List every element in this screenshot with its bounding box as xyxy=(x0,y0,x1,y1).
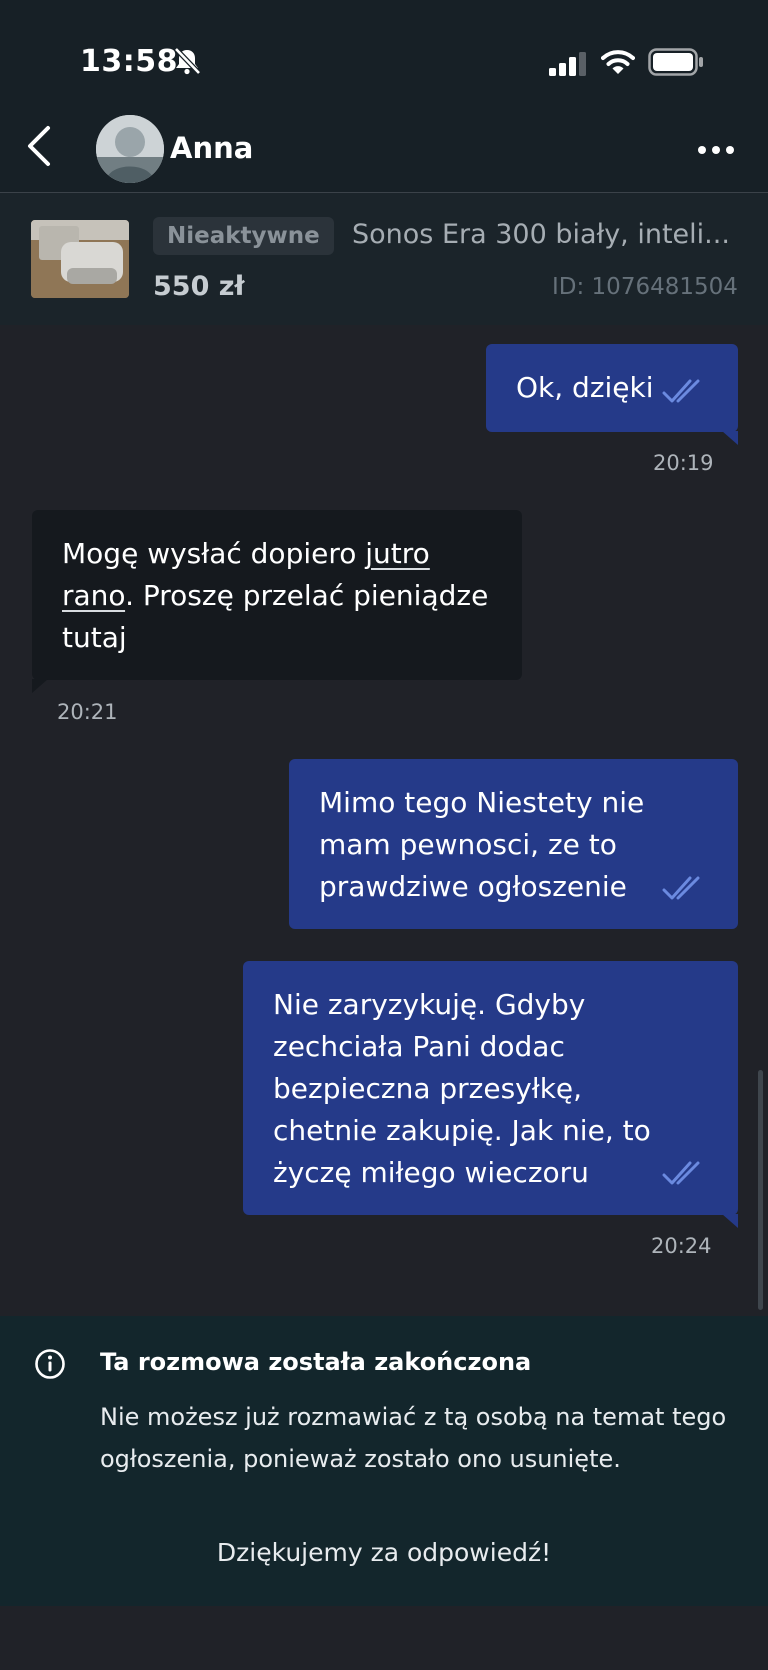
scrollbar[interactable] xyxy=(758,1070,763,1310)
bubble-tail xyxy=(32,679,48,693)
message-text: Nie zaryzykuję. Gdyby zechciała Pani dod… xyxy=(273,988,651,1189)
bottom-area xyxy=(0,1606,768,1670)
double-check-icon xyxy=(662,876,700,900)
message-text: Ok, dzięki xyxy=(516,371,654,404)
listing-image xyxy=(31,220,129,298)
message-bubble-incoming[interactable]: Mogę wysłać dopiero jutro rano. Proszę p… xyxy=(32,510,522,680)
avatar[interactable] xyxy=(96,115,164,183)
bell-muted-icon xyxy=(174,47,201,75)
message-timestamp: 20:19 xyxy=(653,451,714,475)
info-icon xyxy=(35,1349,65,1379)
wifi-icon xyxy=(601,50,635,74)
thanks-text: Dziękujemy za odpowiedź! xyxy=(216,1538,552,1567)
back-arrow-icon[interactable] xyxy=(20,124,60,168)
avatar-image xyxy=(96,115,164,183)
status-badge: Nieaktywne xyxy=(153,217,334,255)
listing-title[interactable]: Sonos Era 300 biały, inteli... xyxy=(352,219,730,250)
banner-title: Ta rozmowa została zakończona xyxy=(100,1348,532,1376)
bubble-tail xyxy=(722,431,738,445)
message-timestamp: 20:21 xyxy=(57,700,118,724)
signal-icon xyxy=(549,52,586,76)
bubble-tail xyxy=(722,1214,738,1228)
more-icon[interactable] xyxy=(694,130,738,170)
status-time: 13:58 xyxy=(80,44,178,79)
listing-id: ID: 1076481504 xyxy=(552,274,738,300)
message-text: Mogę wysłać dopiero xyxy=(62,537,366,570)
banner-text: Nie możesz już rozmawiać z tą osobą na t… xyxy=(100,1403,727,1473)
message-bubble-outgoing[interactable]: Mimo tego Niestety nie mam pewnosci, ze … xyxy=(289,759,738,929)
battery-icon xyxy=(648,48,703,76)
message-text-continued: . Proszę przelać pieniądze tutaj xyxy=(62,579,489,654)
double-check-icon xyxy=(662,379,700,403)
message-timestamp: 20:24 xyxy=(651,1234,712,1258)
listing-price: 550 zł xyxy=(153,271,245,302)
message-text: Mimo tego Niestety nie mam pewnosci, ze … xyxy=(319,786,645,903)
listing-thumbnail[interactable] xyxy=(31,220,129,298)
double-check-icon xyxy=(662,1161,700,1185)
contact-name[interactable]: Anna xyxy=(170,131,253,165)
